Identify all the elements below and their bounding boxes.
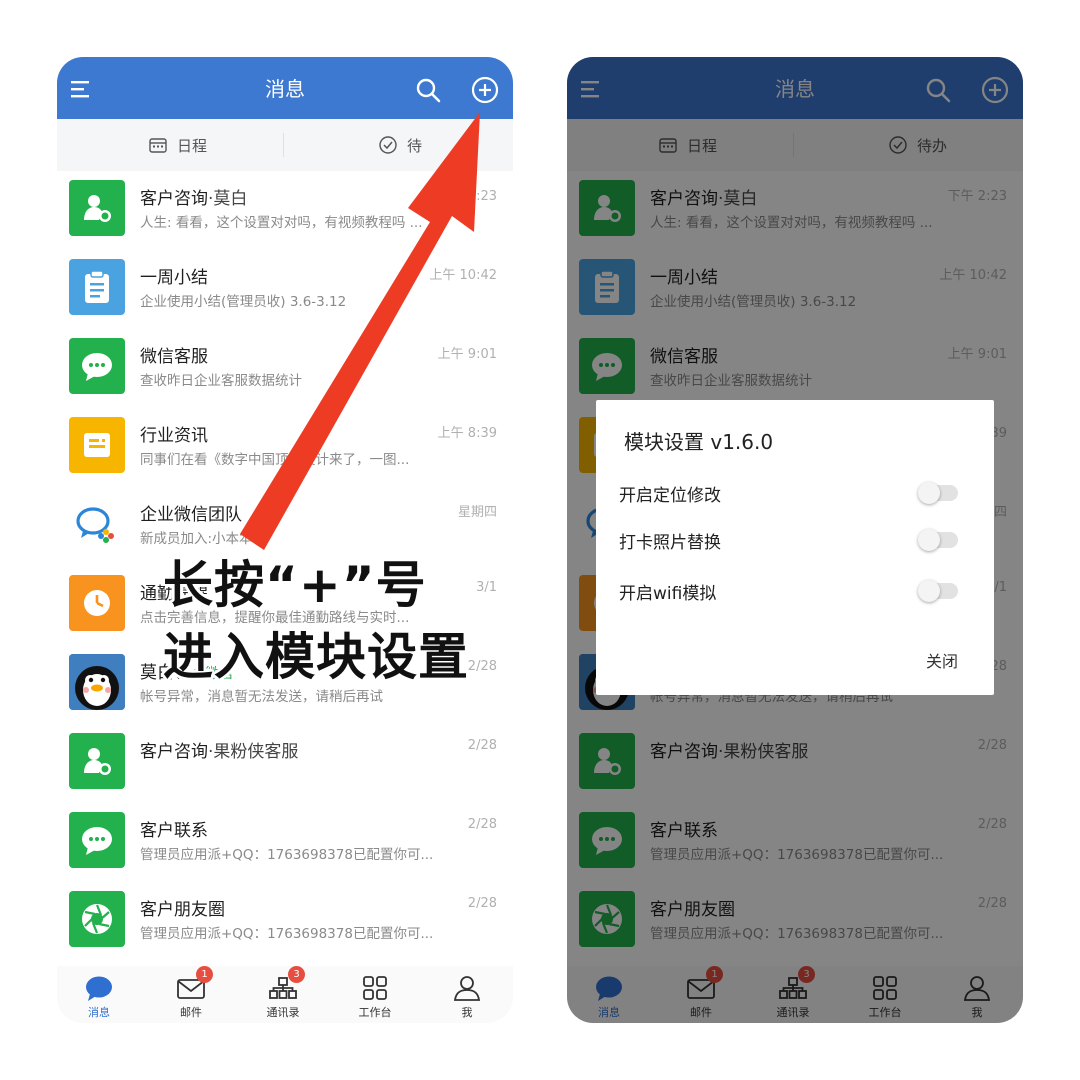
profile-icon [452,974,482,1002]
list-item[interactable]: 一周小结企业使用小结(管理员收) 3.6-3.12 上午 10:42 [57,250,513,329]
caption-line-2: 进入模块设置 [163,628,469,686]
document-icon [69,417,125,473]
clipboard-icon [69,259,125,315]
tab-label: 邮件 [180,1006,202,1019]
conversation-title: 客户朋友圈 [140,900,225,920]
conversation-title: 微信客服 [140,347,208,367]
add-plus-icon[interactable] [471,76,499,104]
page-title: 消息 [265,77,305,101]
search-icon[interactable] [415,77,441,103]
tab-label: 消息 [88,1006,110,1019]
list-item[interactable]: 客户咨询·莫白人生: 看看，这个设置对对吗，有视频教程吗 ... 下午 2:23 [57,171,513,250]
todo-tab[interactable]: 待 [379,119,422,171]
photo-toggle[interactable] [918,529,958,551]
conversation-name: 一周小结 [140,263,208,288]
conversation-title: 客户咨询 [140,742,208,762]
aperture-icon [69,891,125,947]
list-item[interactable]: 客户朋友圈管理员应用派+QQ：1763698378已配置你可... 2/28 [57,882,513,961]
todo-label: 待 [407,136,423,155]
tab-message[interactable]: 消息 [59,974,139,1020]
chat-bubble-icon [69,812,125,868]
conversation-name: 客户咨询·果粉侠客服 [140,737,298,762]
message-preview: 管理员应用派+QQ：1763698378已配置你可... [140,847,434,863]
schedule-tab[interactable]: 日程 [149,119,207,171]
conversation-title: 一周小结 [140,268,208,288]
toggle-knob [918,482,940,504]
workbench-icon [360,974,390,1002]
dialog-title: 模块设置 v1.6.0 [624,430,774,454]
message-preview: 新成员加入:小本本 [140,531,253,547]
timestamp: 2/28 [467,738,497,753]
message-preview: 同事们在看《数字中国顶层设计来了，一图... [140,452,410,468]
conversation-name: 微信客服 [140,342,208,367]
tab-profile[interactable]: 我 [427,974,507,1020]
option-wifi-label: 开启wifi模拟 [619,584,717,604]
caption-line-1: 长按“+”号 [163,556,427,614]
penguin-avatar-icon [69,654,125,710]
timestamp: 2/28 [467,817,497,832]
bottom-tab-bar: 消息 1 邮件 3 通讯录 工作台 我 [57,966,513,1023]
list-item[interactable]: 微信客服查收昨日企业客服数据统计 上午 9:01 [57,329,513,408]
conversation-name: 客户朋友圈 [140,895,225,920]
close-button[interactable]: 关闭 [926,648,958,672]
wecom-logo-icon [69,496,125,552]
tab-contacts[interactable]: 3 通讯录 [243,966,323,1020]
message-preview: 查收昨日企业客服数据统计 [140,373,302,389]
conversation-title: 客户联系 [140,821,208,841]
tab-label: 通讯录 [266,1006,300,1019]
location-toggle[interactable] [918,482,958,504]
conversation-name: 企业微信团队 [140,500,242,525]
toggle-knob [918,529,940,551]
timestamp: 3/1 [476,580,497,595]
message-preview: 管理员应用派+QQ：1763698378已配置你可... [140,926,434,942]
conversation-name: 行业资讯 [140,421,208,446]
check-circle-icon [379,136,397,154]
customer-service-icon [69,180,125,236]
message-preview: 企业使用小结(管理员收) 3.6-3.12 [140,294,347,310]
conversation-title: 企业微信团队 [140,505,242,525]
conversation-title: 客户咨询 [140,189,208,209]
unread-badge: 1 [196,966,213,983]
unread-badge: 3 [288,966,305,983]
tab-mail[interactable]: 1 邮件 [151,966,231,1020]
tab-workbench[interactable]: 工作台 [335,974,415,1020]
option-location-label: 开启定位修改 [619,486,721,506]
list-item[interactable]: 行业资讯同事们在看《数字中国顶层设计来了，一图... 上午 8:39 [57,408,513,487]
toggle-knob [918,580,940,602]
schedule-label: 日程 [177,136,208,155]
sub-tab-bar: 日程 待 [57,119,513,171]
divider [283,133,284,157]
module-settings-dialog: 模块设置 v1.6.0 开启定位修改 打卡照片替换 开启wifi模拟 关闭 [596,400,994,695]
phone-screen-left: 消息 日程 待 客户咨询·莫白 人生: 看看，这个设置对对吗，有视频教程吗 ...… [57,57,513,1023]
contacts-icon: 3 [268,966,305,1002]
mail-icon: 1 [176,966,213,1002]
list-item[interactable]: 客户咨询·果粉侠客服 2/28 [57,724,513,803]
top-bar: 消息 [57,57,513,119]
timestamp: 上午 8:39 [437,426,497,441]
customer-service-icon [69,733,125,789]
list-item[interactable]: 客户联系管理员应用派+QQ：1763698378已配置你可... 2/28 [57,803,513,882]
conversation-subtitle: ·果粉侠客服 [208,742,299,762]
phone-screen-right: 消息 日程 待办 客户咨询·莫白 人生: 看看，这个设置对对吗，有视频教程吗 ..… [567,57,1023,1023]
conversation-title: 行业资讯 [140,426,208,446]
conversation-name: 客户咨询·莫白 [140,184,247,209]
wifi-toggle[interactable] [918,580,958,602]
timestamp: 上午 9:01 [437,347,497,362]
calendar-icon [149,138,167,153]
timestamp: 2/28 [467,896,497,911]
timestamp: 上午 10:42 [429,268,497,283]
timestamp: 下午 2:23 [437,189,497,204]
message-preview: 人生: 看看，这个设置对对吗，有视频教程吗 ... [140,215,423,231]
timestamp: 星期四 [457,505,497,520]
chat-bubble-icon [69,338,125,394]
tab-label: 工作台 [358,1006,392,1019]
clock-icon [69,575,125,631]
conversation-name: 客户联系 [140,816,208,841]
message-icon [84,974,114,1002]
conversation-subtitle: ·莫白 [208,189,248,209]
timestamp: 2/28 [467,659,497,674]
tab-label: 我 [461,1006,473,1019]
option-photo-label: 打卡照片替换 [619,533,721,553]
